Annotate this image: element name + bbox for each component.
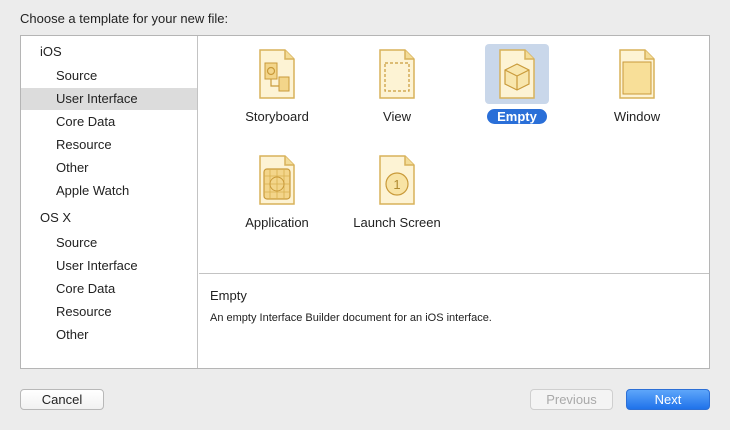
sidebar-item-osx-resource[interactable]: Resource [21,301,197,323]
launch-screen-icon: 1 [365,150,429,210]
template-view[interactable]: View [337,40,457,130]
view-icon [365,44,429,104]
template-grid: Storyboard View Empty Window Application… [199,36,709,274]
description-text: An empty Interface Builder document for … [210,312,492,324]
prompt-label: Choose a template for your new file: [20,11,229,26]
template-application[interactable]: Application [217,146,337,236]
sidebar-item-ios-core-data[interactable]: Core Data [21,111,197,133]
template-storyboard[interactable]: Storyboard [217,40,337,130]
sidebar-item-ios-other[interactable]: Other [21,157,197,179]
sidebar-item-osx-user-interface[interactable]: User Interface [21,255,197,277]
sidebar-item-osx-source[interactable]: Source [21,232,197,254]
previous-button[interactable]: Previous [530,389,613,410]
template-window-label: Window [613,109,661,124]
description-title: Empty [210,288,247,303]
group-title-osx: OS X [40,210,72,225]
svg-text:1: 1 [393,177,400,192]
category-sidebar: iOS Source User Interface Core Data Reso… [21,36,198,368]
sidebar-item-ios-user-interface[interactable]: User Interface [21,88,197,110]
template-application-label: Application [245,215,309,230]
template-launch-screen[interactable]: 1 Launch Screen [337,146,457,236]
template-view-label: View [383,109,411,124]
template-panel: iOS Source User Interface Core Data Reso… [20,35,710,369]
sidebar-item-ios-resource[interactable]: Resource [21,134,197,156]
sidebar-item-osx-other[interactable]: Other [21,324,197,346]
application-icon [245,150,309,210]
template-launch-screen-label: Launch Screen [353,215,441,230]
cancel-button[interactable]: Cancel [20,389,104,410]
group-title-ios: iOS [40,44,62,59]
template-empty-label: Empty [487,109,547,124]
next-button[interactable]: Next [626,389,710,410]
storyboard-icon [245,44,309,104]
window-icon [605,44,669,104]
sidebar-item-ios-source[interactable]: Source [21,65,197,87]
sidebar-item-ios-apple-watch[interactable]: Apple Watch [21,180,197,202]
empty-cube-icon [485,44,549,104]
template-window[interactable]: Window [577,40,697,130]
template-description: Empty An empty Interface Builder documen… [199,275,709,368]
template-storyboard-label: Storyboard [245,109,309,124]
sidebar-item-osx-core-data[interactable]: Core Data [21,278,197,300]
template-empty[interactable]: Empty [457,40,577,130]
